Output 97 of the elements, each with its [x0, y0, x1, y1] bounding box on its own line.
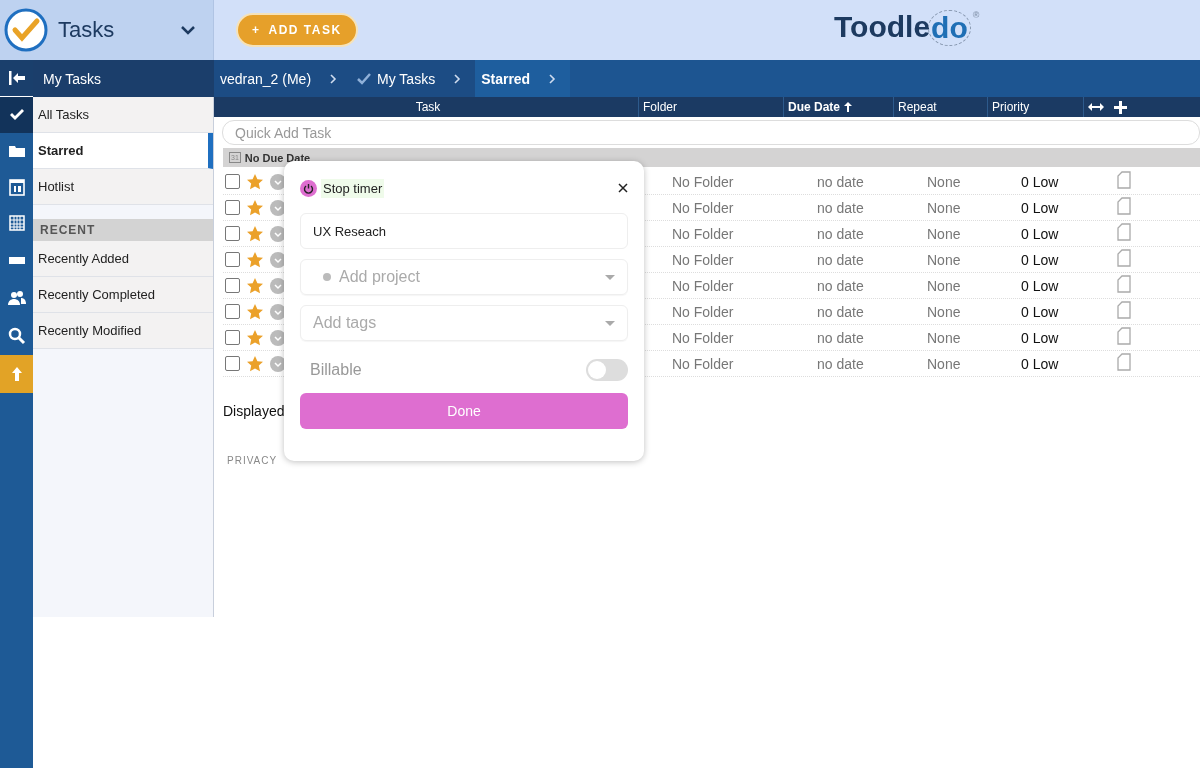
- due-date-cell-text: no date: [816, 173, 865, 190]
- calendar-icon: [7, 178, 26, 196]
- power-icon[interactable]: [300, 179, 317, 197]
- folder-cell-text: No Folder: [671, 329, 735, 346]
- star-icon[interactable]: [246, 198, 264, 217]
- checkbox[interactable]: [225, 252, 240, 267]
- breadcrumb-link[interactable]: Starred: [475, 60, 571, 97]
- resize-columns-icon[interactable]: [1088, 103, 1104, 111]
- section-heading: RECENT: [33, 219, 213, 241]
- checkbox[interactable]: [225, 330, 240, 345]
- star-icon[interactable]: [246, 224, 264, 243]
- repeat-cell-text: None: [926, 329, 962, 346]
- sidebar-item[interactable]: Hotlist: [33, 169, 213, 205]
- billable-toggle[interactable]: [586, 359, 628, 381]
- sidebar-item[interactable]: Recently Added: [33, 241, 213, 277]
- due-date-cell-text: no date: [816, 199, 865, 216]
- star-icon[interactable]: [246, 354, 264, 373]
- summary-text: Displayed: [223, 403, 285, 419]
- folder-cell-text: No Folder: [671, 173, 735, 190]
- repeat-cell-text: None: [926, 277, 962, 294]
- billable-label: Billable: [310, 361, 362, 379]
- sidebar-item[interactable]: Recently Completed: [33, 277, 213, 313]
- folder-cell-text: No Folder: [671, 225, 735, 242]
- star-icon[interactable]: [246, 172, 264, 191]
- checkbox[interactable]: [225, 304, 240, 319]
- collapse-icon: [7, 69, 26, 87]
- priority-cell-text: 0 Low: [1020, 355, 1060, 372]
- sidebar-item[interactable]: All Tasks: [33, 97, 213, 133]
- priority-cell-text: 0 Low: [1020, 251, 1060, 268]
- chevron-right-icon: [329, 72, 338, 85]
- check-icon: [357, 72, 372, 85]
- due-date-cell-text: no date: [816, 329, 865, 346]
- priority-cell-text: 0 Low: [1020, 329, 1060, 346]
- breadcrumb-link[interactable]: vedran_2 (Me): [214, 60, 352, 97]
- quick-add-field[interactable]: Quick Add Task: [222, 120, 1200, 145]
- chevron-right-icon: [453, 72, 462, 85]
- priority-cell-text: 0 Low: [1020, 303, 1060, 320]
- note-icon[interactable]: [1117, 275, 1131, 293]
- due-date-cell-text: no date: [816, 251, 865, 268]
- folder-cell-text: No Folder: [671, 251, 735, 268]
- note-icon[interactable]: [1117, 301, 1131, 319]
- repeat-cell-text: None: [926, 173, 962, 190]
- search-icon: [7, 327, 26, 345]
- note-icon[interactable]: [1117, 171, 1131, 189]
- repeat-cell-text: None: [926, 199, 962, 216]
- column-header[interactable]: Due Date: [783, 97, 893, 117]
- timer-label: Stop timer: [321, 178, 385, 198]
- chevron-right-icon: [548, 72, 557, 85]
- star-icon[interactable]: [246, 302, 264, 321]
- column-header[interactable]: Repeat: [893, 97, 987, 117]
- app-logo-icon: [4, 8, 48, 52]
- due-date-cell-text: no date: [816, 303, 865, 320]
- repeat-cell-text: None: [926, 355, 962, 372]
- breadcrumb-link[interactable]: My Tasks: [351, 60, 476, 97]
- footer-link[interactable]: PRIVACY: [227, 455, 278, 466]
- column-header[interactable]: Priority: [987, 97, 1083, 117]
- due-date-cell-text: no date: [816, 277, 865, 294]
- priority-cell-text: 0 Low: [1020, 277, 1060, 294]
- app-title: Tasks: [58, 17, 116, 43]
- sort-arrow-icon: [844, 102, 852, 112]
- grid-icon: [7, 214, 26, 232]
- column-header[interactable]: Folder: [638, 97, 783, 117]
- folder-cell-text: No Folder: [671, 355, 735, 372]
- checkbox[interactable]: [225, 278, 240, 293]
- checkbox[interactable]: [225, 200, 240, 215]
- checkbox[interactable]: [225, 226, 240, 241]
- add-column-icon[interactable]: [1114, 100, 1127, 114]
- repeat-cell-text: None: [926, 251, 962, 268]
- due-date-cell-text: no date: [816, 355, 865, 372]
- sidebar-item[interactable]: Recently Modified: [33, 313, 213, 349]
- chevron-down-icon[interactable]: [181, 25, 195, 35]
- star-icon[interactable]: [246, 250, 264, 269]
- star-icon[interactable]: [246, 276, 264, 295]
- priority-cell-text: 0 Low: [1020, 173, 1060, 190]
- priority-cell-text: 0 Low: [1020, 199, 1060, 216]
- note-icon[interactable]: [1117, 223, 1131, 241]
- sidebar-item[interactable]: Starred: [33, 133, 213, 169]
- note-icon[interactable]: [1117, 249, 1131, 267]
- star-icon[interactable]: [246, 328, 264, 347]
- column-header[interactable]: Task: [214, 97, 638, 117]
- folder-cell-text: No Folder: [671, 199, 735, 216]
- repeat-cell-text: None: [926, 303, 962, 320]
- close-icon[interactable]: [618, 183, 628, 193]
- due-date-cell-text: no date: [816, 225, 865, 242]
- note-icon[interactable]: [1117, 197, 1131, 215]
- checkbox[interactable]: [225, 174, 240, 189]
- folder-cell-text: No Folder: [671, 277, 735, 294]
- description-field[interactable]: UX Reseach: [300, 213, 628, 249]
- folder-cell-text: No Folder: [671, 303, 735, 320]
- note-icon[interactable]: [1117, 327, 1131, 345]
- note-icon[interactable]: [1117, 353, 1131, 371]
- sidebar-title: My Tasks: [33, 60, 214, 97]
- priority-cell-text: 0 Low: [1020, 225, 1060, 242]
- people-icon: [7, 289, 26, 307]
- checkbox[interactable]: [225, 356, 240, 371]
- repeat-cell-text: None: [926, 225, 962, 242]
- logo-text: Toodledo ®: [834, 10, 980, 46]
